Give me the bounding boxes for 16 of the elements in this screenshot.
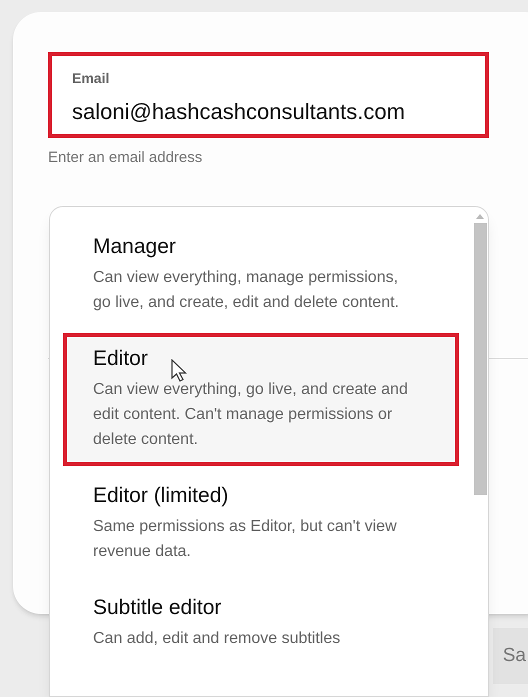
role-description: Can add, edit and remove subtitles <box>93 629 342 649</box>
role-option[interactable]: Editor Can view everything, go live, and create and edit content. Can't manage permissions or delete content. <box>63 333 459 466</box>
email-field[interactable]: Email saloni@hashcashconsultants.com <box>48 52 489 138</box>
field-value: saloni@hashcashconsultants.com <box>72 98 406 126</box>
cursor-icon <box>171 359 189 383</box>
field-label: Email <box>72 69 110 88</box>
role-title: Editor (limited) <box>93 483 228 509</box>
role-description: Same permissions as Editor, but can't view revenue data. <box>93 517 398 562</box>
scroll-up-icon[interactable] <box>476 213 484 219</box>
role-title: Subtitle editor <box>93 595 222 621</box>
role-title: Manager <box>93 234 176 260</box>
role-description: Can view everything, go live, and create and edit content. Can't manage permissions or delete content. <box>93 380 409 450</box>
role-description: Can view everything, manage permissions, go live, and create, edit and delete content. <box>93 268 400 313</box>
scrollbar-thumb[interactable] <box>474 223 486 495</box>
role-title: Editor <box>93 346 148 372</box>
helper-text: Enter an email address <box>48 148 204 168</box>
